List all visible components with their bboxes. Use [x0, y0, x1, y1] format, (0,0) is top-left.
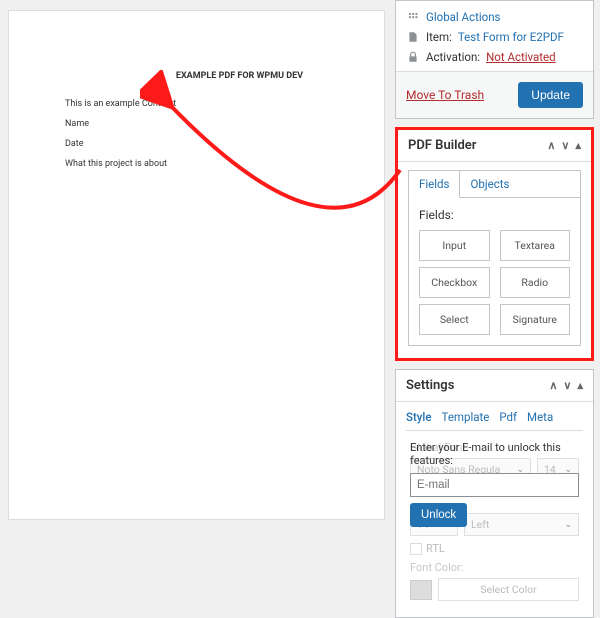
select-color-button: Select Color — [438, 578, 579, 601]
chevron-down-icon[interactable]: ∨ — [561, 139, 569, 152]
panel-title: PDF Builder — [408, 138, 476, 153]
chevron-up-icon[interactable]: ∧ — [547, 139, 555, 152]
field-input-button[interactable]: Input — [419, 230, 490, 261]
field-signature-button[interactable]: Signature — [500, 304, 571, 335]
lock-icon — [406, 50, 420, 64]
tab-fields[interactable]: Fields — [409, 171, 460, 198]
globe-icon — [406, 10, 420, 24]
tab-style[interactable]: Style — [406, 410, 432, 424]
email-input[interactable] — [410, 473, 579, 497]
chevron-up-icon[interactable]: ∧ — [549, 379, 557, 392]
doc-line: What this project is about — [65, 159, 370, 169]
unlock-button[interactable]: Unlock — [410, 503, 467, 527]
field-radio-button[interactable]: Radio — [500, 267, 571, 298]
pdf-canvas[interactable]: EXAMPLE PDF FOR WPMU DEV This is an exam… — [8, 10, 385, 520]
caret-icon[interactable]: ▴ — [577, 379, 583, 392]
publish-panel: Global Actions Item: Test Form for E2PDF… — [395, 0, 594, 119]
doc-line: This is an example Contract — [65, 99, 370, 109]
field-checkbox-button[interactable]: Checkbox — [419, 267, 490, 298]
field-select-button[interactable]: Select — [419, 304, 490, 335]
panel-title: Settings — [406, 378, 454, 393]
fields-label: Fields: — [419, 208, 570, 222]
doc-line: Date — [65, 139, 370, 149]
pdf-builder-panel: PDF Builder ∧ ∨ ▴ Fields Objects Fields:… — [395, 127, 594, 361]
font-color-label: Font Color: — [410, 561, 579, 574]
move-to-trash-link[interactable]: Move To Trash — [406, 88, 484, 102]
color-swatch — [410, 580, 432, 600]
unlock-message: Enter your E-mail to unlock this feature… — [410, 441, 579, 467]
settings-tabs: Style Template Pdf Meta — [406, 410, 583, 431]
activation-link[interactable]: Not Activated — [486, 50, 556, 64]
doc-line: Name — [65, 119, 370, 129]
unlock-overlay: Enter your E-mail to unlock this feature… — [406, 433, 583, 535]
tab-template[interactable]: Template — [442, 410, 490, 424]
tab-pdf[interactable]: Pdf — [499, 410, 517, 424]
field-textarea-button[interactable]: Textarea — [500, 230, 571, 261]
chevron-down-icon[interactable]: ∨ — [563, 379, 571, 392]
item-label: Item: — [426, 30, 452, 44]
update-button[interactable]: Update — [518, 82, 583, 108]
tab-meta[interactable]: Meta — [527, 410, 553, 424]
document-icon — [406, 30, 420, 44]
doc-title: EXAMPLE PDF FOR WPMU DEV — [109, 71, 370, 81]
activation-label: Activation: — [426, 50, 480, 64]
tab-objects[interactable]: Objects — [460, 171, 519, 197]
builder-tabs: Fields Objects — [408, 170, 581, 197]
settings-panel: Settings ∧ ∨ ▴ Style Template Pdf Meta G… — [395, 369, 594, 618]
caret-icon[interactable]: ▴ — [575, 139, 581, 152]
global-actions-link[interactable]: Global Actions — [426, 10, 500, 24]
item-link[interactable]: Test Form for E2PDF — [458, 30, 564, 44]
